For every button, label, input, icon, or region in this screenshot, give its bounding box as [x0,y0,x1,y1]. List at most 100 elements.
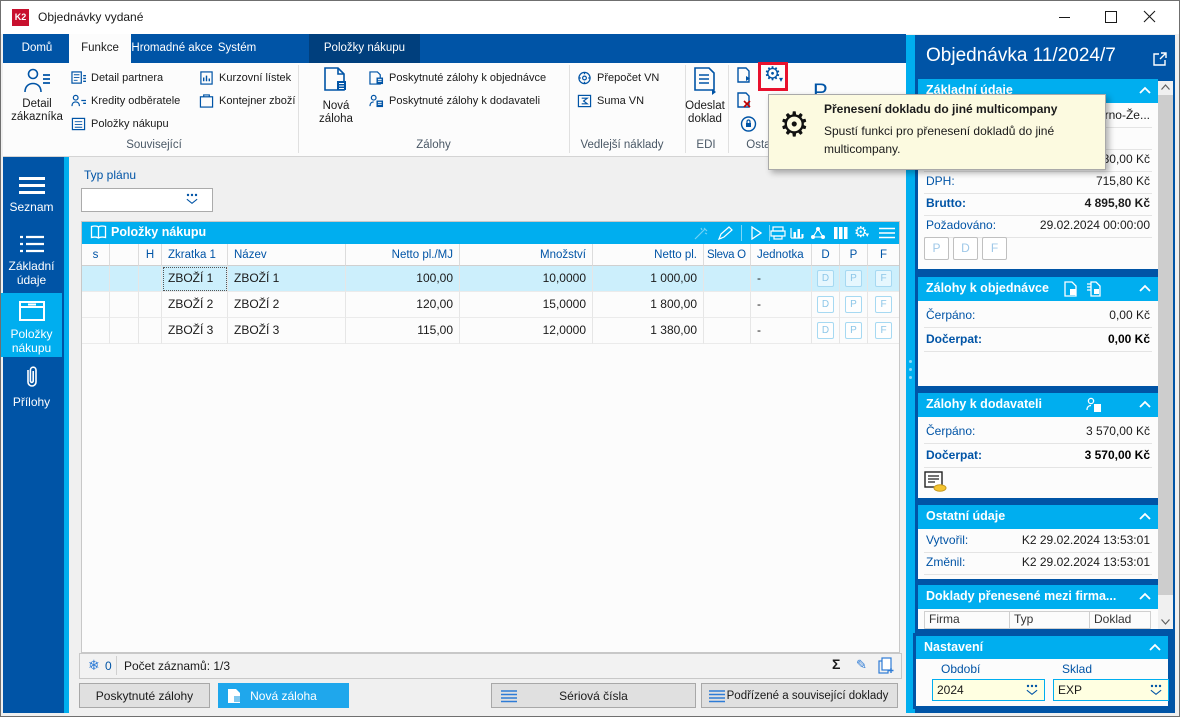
tab-domu[interactable]: Domů [11,34,63,63]
collapse-icon[interactable] [1139,592,1151,600]
col-header-f[interactable]: F [868,244,899,266]
cell-nazev[interactable]: ZBOŽÍ 1 [228,266,346,292]
flag-p-button[interactable]: P [924,237,949,260]
col-header-sleva[interactable]: Sleva O [704,244,751,266]
cell-zkratka[interactable]: ZBOŽÍ 3 [162,318,228,344]
cell-zkratka[interactable]: ZBOŽÍ 2 [162,292,228,318]
scroll-down-icon[interactable] [1161,619,1170,625]
section-header[interactable]: Zálohy k objednávce [918,277,1158,301]
kurzovni-listek-button[interactable]: Kurzovní lístek [199,69,291,87]
poskytnute-zalohy-objednavka-button[interactable]: Poskytnuté zálohy k objednávce [369,69,546,87]
detail-partnera-button[interactable]: Detail partnera [71,69,163,87]
flag-f-button[interactable]: F [982,237,1007,260]
cell-mnozstvi[interactable]: 15,0000 [460,292,593,318]
collapse-icon[interactable] [1139,86,1151,94]
flag-p-button[interactable]: P [845,270,862,288]
doc-cancel-button[interactable] [736,92,753,108]
edit-icon[interactable] [718,226,734,240]
cell-jednotka[interactable]: - [751,292,812,318]
section-header[interactable]: Ostatní údaje [918,505,1158,529]
polozky-nakupu-button[interactable]: Položky nákupu [71,115,169,133]
cell-netto-mj[interactable]: 120,00 [346,292,460,318]
flag-d-button[interactable]: D [953,237,978,260]
sidebar-item-seznam[interactable]: Seznam [1,163,62,223]
table-row-2[interactable]: ZBOŽÍ 2 ZBOŽÍ 2 120,00 15,0000 1 800,00 … [82,292,899,318]
col-header-s[interactable]: s [82,244,110,266]
links-icon[interactable] [810,226,826,240]
sklad-dropdown[interactable]: EXP [1053,679,1169,701]
flag-d-button[interactable]: D [817,296,834,314]
kredity-odberatele-button[interactable]: Kredity odběratele [71,92,180,110]
flag-f-button[interactable]: F [875,296,892,314]
print-icon[interactable] [770,226,786,240]
wand-icon[interactable] [694,227,709,240]
maximize-button[interactable] [1095,1,1125,32]
sidebar-item-prilohy[interactable]: Přílohy [1,359,62,417]
col-header-blank[interactable] [110,244,139,266]
flag-p-button[interactable]: P [845,296,862,314]
doc-forward-button[interactable] [736,67,753,83]
flag-d-button[interactable]: D [817,270,834,288]
collapse-icon[interactable] [1139,400,1151,408]
odeslat-doklad-button[interactable]: Odeslat doklad [682,65,728,137]
run-icon[interactable] [750,226,762,240]
col-header-d[interactable]: D [812,244,840,266]
cell-netto[interactable]: 1 000,00 [593,266,704,292]
section-header[interactable]: Zálohy k dodavateli [918,393,1158,417]
suma-vn-button[interactable]: Suma VN [577,92,644,110]
cell-netto-mj[interactable]: 100,00 [346,266,460,292]
supplier-advance-icon[interactable] [1086,397,1102,413]
flag-f-button[interactable]: F [875,270,892,288]
copy-add-icon[interactable] [878,657,896,674]
typ-planu-dropdown[interactable] [81,188,213,212]
prepocet-vn-button[interactable]: Přepočet VN [577,69,659,87]
doklady-col-doklad[interactable]: Doklad [1089,611,1151,629]
open-external-icon[interactable] [1152,51,1168,67]
col-header-nazev[interactable]: Název [228,244,346,266]
panel-scrollbar[interactable] [1158,81,1173,629]
flag-p-button[interactable]: P [845,322,862,340]
poskytnute-zalohy-button[interactable]: Poskytnuté zálohy [79,683,210,708]
section-header[interactable]: Nastavení [916,636,1168,659]
minimize-button[interactable] [1049,1,1079,32]
sidebar-item-polozky-nakupu[interactable]: Položky nákupu [1,293,62,357]
col-header-h[interactable]: H [139,244,162,266]
collapse-icon[interactable] [1149,643,1161,651]
tab-funkce[interactable]: Funkce [69,34,131,63]
doklady-col-firma[interactable]: Firma [924,611,1009,629]
tab-hromadne-akce[interactable]: Hromadné akce [131,34,213,63]
sum-icon[interactable]: Σ [832,656,840,672]
advance-doc-icon[interactable] [1063,281,1078,297]
flag-d-button[interactable]: D [817,322,834,340]
flag-f-button[interactable]: F [875,322,892,340]
collapse-icon[interactable] [1139,512,1151,520]
cell-zkratka[interactable]: ZBOŽÍ 1 [162,266,228,292]
detail-zakaznika-button[interactable]: Detail zákazníka [9,65,65,137]
cell-netto[interactable]: 1 380,00 [593,318,704,344]
edit-pencil-icon[interactable]: ✎ [856,657,867,673]
col-header-p[interactable]: P [840,244,868,266]
table-settings-gear-icon[interactable]: ⚙▾ [854,223,871,241]
obdobi-dropdown[interactable]: 2024 [932,679,1045,701]
cell-nazev[interactable]: ZBOŽÍ 3 [228,318,346,344]
cell-nazev[interactable]: ZBOŽÍ 2 [228,292,346,318]
col-header-mnozstvi[interactable]: Množství [460,244,593,266]
col-header-zkratka[interactable]: Zkratka 1 [162,244,228,266]
doklady-col-typ[interactable]: Typ [1009,611,1089,629]
cell-jednotka[interactable]: - [751,266,812,292]
cell-netto-mj[interactable]: 115,00 [346,318,460,344]
tab-system[interactable]: Systém [213,34,261,63]
col-header-jednotka[interactable]: Jednotka [751,244,812,266]
kontejner-zbozi-button[interactable]: Kontejner zboží [199,92,295,110]
table-row-3[interactable]: ZBOŽÍ 3 ZBOŽÍ 3 115,00 12,0000 1 380,00 … [82,318,899,344]
nova-zaloha-button[interactable]: Nová záloha [308,65,364,137]
close-button[interactable] [1134,1,1164,32]
cell-netto[interactable]: 1 800,00 [593,292,704,318]
freeze-icon[interactable]: ❄ [88,657,100,674]
sidebar-item-zakladni-udaje[interactable]: Základní údaje [1,227,62,291]
lock-button[interactable] [740,116,757,132]
section-header[interactable]: Doklady přenesené mezi firma... [918,585,1158,609]
cell-jednotka[interactable]: - [751,318,812,344]
invoice-coin-icon[interactable] [924,471,948,493]
columns-icon[interactable] [833,226,849,240]
